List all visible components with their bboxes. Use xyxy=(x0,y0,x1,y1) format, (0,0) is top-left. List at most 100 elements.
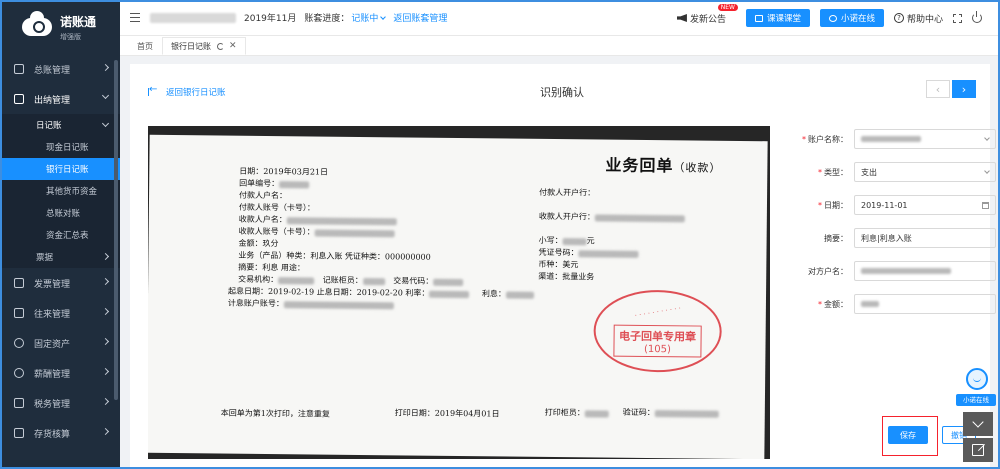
assets-icon xyxy=(14,338,24,348)
form-row-account: * 账户名称： xyxy=(790,128,996,150)
receipt-voucher-label: 凭证号码： xyxy=(538,247,579,258)
pager: ‹ › xyxy=(926,80,976,98)
payroll-icon xyxy=(14,368,24,378)
receipt-footer-note: 本回单为第1次打印，注意重复 xyxy=(220,408,330,419)
summary-input[interactable]: 利息|利息入账 xyxy=(854,228,996,248)
chevron-down-icon xyxy=(984,168,990,174)
tab-label: 首页 xyxy=(137,41,153,51)
collapse-tool-button[interactable] xyxy=(963,412,993,436)
sidebar-item-tax[interactable]: 税务管理 xyxy=(0,388,120,418)
summary-label: 摘要： xyxy=(824,233,848,243)
chevron-right-icon xyxy=(101,397,110,406)
sidebar-item-invoice[interactable]: 发票管理 xyxy=(0,268,120,298)
counterparty-label: 对方户名： xyxy=(808,266,848,276)
edit-tool-button[interactable] xyxy=(963,438,993,462)
tax-icon xyxy=(14,398,24,408)
receipt-amount: 金额：玖分 xyxy=(238,238,279,249)
sidebar-leaf-bank-journal[interactable]: 银行日记账 xyxy=(0,158,120,180)
company-name-redacted xyxy=(150,12,236,23)
sidebar-sub-bills[interactable]: 票据 xyxy=(0,246,120,268)
status-dropdown[interactable]: 记账中 xyxy=(351,11,378,24)
form-row-summary: 摘要： 利息|利息入账 xyxy=(790,227,996,249)
amount-label-text: 金额： xyxy=(824,299,848,309)
sidebar-leaf-fund-summary[interactable]: 资金汇总表 xyxy=(0,224,120,246)
chevron-down-icon xyxy=(972,416,984,428)
app-name: 诺账通 xyxy=(60,14,97,29)
menu-toggle-icon[interactable] xyxy=(130,13,140,22)
receipt-interest-acct-label: 计息账户账号： xyxy=(227,298,284,309)
counterparty-input[interactable] xyxy=(854,261,996,281)
receipt-image: 业务回单（收款） 日期：2019年03月21日 回单编号： 付款人户名： 付款人… xyxy=(148,126,770,459)
announcement-button[interactable]: 发新公告 NEW xyxy=(676,3,738,25)
sidebar-item-label: 往来管理 xyxy=(34,309,71,320)
speaker-icon xyxy=(676,14,687,22)
sidebar-item-label: 总账管理 xyxy=(34,65,71,76)
receipt-no-label: 回单编号： xyxy=(239,178,280,189)
sidebar-leaf-label: 其他货币资金 xyxy=(46,187,98,197)
course-button-label: 课课课堂 xyxy=(766,14,801,24)
receipt-voucher: 凭证号码： xyxy=(538,247,639,259)
course-button[interactable]: 课课课堂 xyxy=(745,9,810,27)
receipt-lower-suffix: 元 xyxy=(586,236,595,246)
close-icon[interactable]: ✕ xyxy=(229,41,237,51)
prev-button[interactable]: ‹ xyxy=(926,80,950,98)
save-button[interactable]: 保存 xyxy=(888,426,928,444)
sidebar-item-payroll[interactable]: 薪酬管理 xyxy=(0,358,120,388)
chevron-right-icon xyxy=(101,427,110,436)
receipt-title-suffix: （收款） xyxy=(673,161,722,175)
inventory-icon xyxy=(14,428,24,438)
tab-bar: 首页 银行日记账 ✕ xyxy=(120,36,1000,56)
chat-icon xyxy=(828,14,837,22)
receipt-payee-bank: 收款人开户行： xyxy=(539,211,685,224)
sidebar-item-label: 固定资产 xyxy=(34,339,71,350)
chevron-left-icon: ‹ xyxy=(935,82,941,96)
receipt-payer-acct: 付款人账号（卡号）： xyxy=(238,202,315,213)
power-icon[interactable] xyxy=(972,11,982,23)
sidebar-item-inventory[interactable]: 存货核算 xyxy=(0,418,120,448)
refresh-icon[interactable] xyxy=(217,42,224,50)
sidebar-item-ledger[interactable]: 总账管理 xyxy=(0,54,120,84)
chevron-down-icon xyxy=(101,119,110,128)
back-to-accounts-link[interactable]: 返回账套管理 xyxy=(393,11,447,24)
tab-bank-journal[interactable]: 银行日记账 ✕ xyxy=(162,37,246,55)
sidebar-leaf-label: 总账对账 xyxy=(46,209,81,219)
receipt-code-label: 交易代码： xyxy=(393,276,434,286)
chevron-down-icon[interactable] xyxy=(380,13,387,20)
sidebar-leaf-cash-journal[interactable]: 现金日记账 xyxy=(0,136,120,158)
receipt-payee-bank-label: 收款人开户行： xyxy=(538,211,595,222)
fullscreen-icon[interactable] xyxy=(953,13,962,23)
back-arrow-icon xyxy=(148,84,158,96)
date-label-text: 日期： xyxy=(824,200,848,210)
sidebar-item-contacts[interactable]: 往来管理 xyxy=(0,298,120,328)
type-select[interactable]: 支出 xyxy=(854,162,996,182)
status-label: 账套进度： xyxy=(304,14,350,24)
sidebar-item-cashier[interactable]: 出纳管理 xyxy=(0,84,120,114)
tab-home[interactable]: 首页 xyxy=(128,37,162,55)
date-picker[interactable]: 2019-11-01 xyxy=(854,195,996,215)
help-center-button[interactable]: ? 帮助中心 xyxy=(893,12,943,25)
sidebar-item-assets[interactable]: 固定资产 xyxy=(0,328,120,358)
receipt-title-text: 业务回单 xyxy=(605,155,674,176)
monitor-icon xyxy=(754,14,763,22)
sidebar-scroll-thumb[interactable] xyxy=(114,60,118,400)
sidebar-leaf-reconcile[interactable]: 总账对账 xyxy=(0,202,120,224)
amount-input[interactable] xyxy=(854,294,996,314)
receipt-verify-label: 验证码： xyxy=(622,407,655,418)
sidebar-leaf-other-funds[interactable]: 其他货币资金 xyxy=(0,180,120,202)
account-select[interactable] xyxy=(854,129,996,149)
receipt-print-teller-label: 打印柜员： xyxy=(544,407,585,418)
chevron-right-icon xyxy=(101,252,110,261)
cloud-logo-icon xyxy=(22,11,52,36)
form-row-counterparty: 对方户名： xyxy=(790,260,996,282)
assistant-label[interactable]: 小诺在线 xyxy=(956,394,996,406)
online-support-button[interactable]: 小诺在线 xyxy=(819,9,884,27)
online-support-label: 小诺在线 xyxy=(840,14,875,24)
chevron-right-icon xyxy=(101,367,110,376)
sidebar-sub-journal[interactable]: 日记账 xyxy=(0,114,120,136)
next-button[interactable]: › xyxy=(952,80,976,98)
receipt-lower-label: 小写： xyxy=(538,235,563,246)
back-to-bank-journal-link[interactable]: 返回银行日记账 xyxy=(148,84,226,98)
sidebar-item-label: 税务管理 xyxy=(34,399,71,410)
recognition-card: 返回银行日记账 识别确认 ‹ › 业务回单（收款） 日期：2019年03月21日… xyxy=(130,64,996,469)
assistant-avatar-icon[interactable] xyxy=(966,368,988,390)
